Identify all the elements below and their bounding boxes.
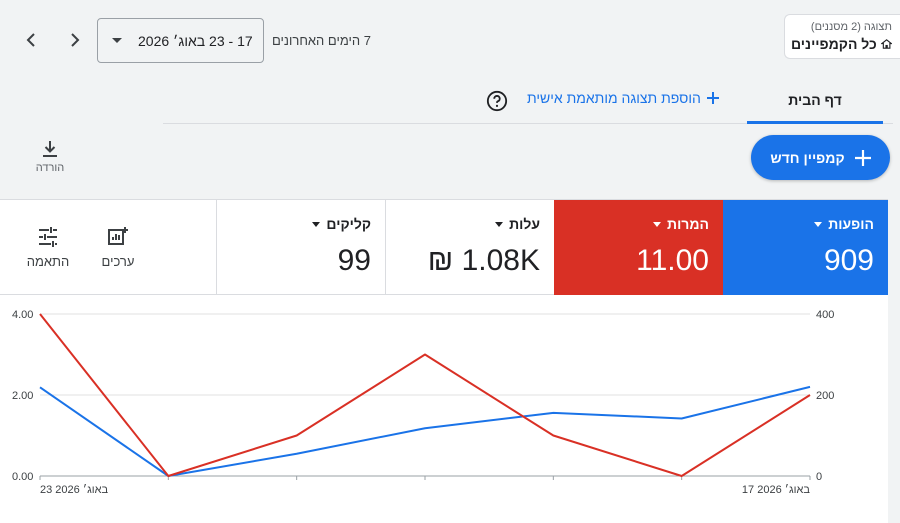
adjust-label: התאמה <box>26 254 70 269</box>
metric-card-conversions[interactable]: המרות 11.00 <box>554 200 723 295</box>
download-button[interactable]: הורדה <box>30 140 70 174</box>
metric-card-clicks[interactable]: קליקים 99 <box>216 200 385 295</box>
view-filter-count: תצוגה (2 מסננים) <box>810 21 892 33</box>
view-selector[interactable]: תצוגה (2 מסננים) כל הקמפיינים <box>784 14 900 59</box>
series-line <box>39 385 811 477</box>
date-range-label: 7 הימים האחרונים <box>272 33 371 48</box>
chevron-down-icon <box>495 221 504 227</box>
chevron-down-icon <box>112 38 122 43</box>
values-label: ערכים <box>101 254 135 269</box>
chevron-down-icon <box>653 221 662 227</box>
prev-period-button[interactable] <box>19 28 43 52</box>
plus-icon <box>706 92 719 104</box>
metric-value: 99 <box>337 244 371 277</box>
left-axis-tick: 0.00 <box>12 471 33 483</box>
adjust-button[interactable]: התאמה <box>18 226 78 269</box>
plus-icon <box>854 149 871 166</box>
metric-label: קליקים <box>326 216 371 232</box>
values-button[interactable]: ערכים <box>88 226 148 269</box>
new-campaign-label: קמפיין חדש <box>770 149 845 166</box>
next-period-button[interactable] <box>63 28 87 52</box>
x-axis-label-start: 17 באוג׳ 2026 <box>742 483 810 496</box>
tab-home[interactable]: דף הבית <box>747 84 883 124</box>
left-axis-tick: 4.00 <box>12 309 33 321</box>
metric-card-cost[interactable]: עלות 1.08K ₪ <box>385 200 554 295</box>
metric-value: 11.00 <box>636 244 709 277</box>
performance-chart: 0.00 0 2.00 200 4.00 400 17 באוג׳ 2026 23 באוג׳… <box>12 309 834 496</box>
help-icon[interactable] <box>486 90 508 112</box>
chevron-down-icon <box>814 221 823 227</box>
metric-cards: הופעות 909 המרות 11.00 עלות 1.08K ₪ קליק… <box>0 200 888 295</box>
chart-add-icon <box>108 227 128 245</box>
tab-active-indicator <box>747 121 883 124</box>
view-title: כל הקמפיינים <box>791 36 877 52</box>
metric-value: 909 <box>823 244 874 277</box>
add-custom-view-button[interactable]: הוספת תצוגה מותאמת אישית <box>527 90 719 106</box>
date-picker[interactable]: 17 - 23 באוג׳ 2026 <box>97 18 264 63</box>
right-axis-tick: 400 <box>816 309 834 321</box>
right-axis-tick: 200 <box>816 390 834 402</box>
metric-value: 1.08K ₪ <box>427 244 540 277</box>
new-campaign-button[interactable]: קמפיין חדש <box>751 135 890 180</box>
metric-card-impressions[interactable]: הופעות 909 <box>723 200 888 295</box>
add-custom-view-label: הוספת תצוגה מותאמת אישית <box>527 90 701 106</box>
download-icon <box>43 141 57 157</box>
right-axis-tick: 0 <box>816 471 822 483</box>
chevron-down-icon <box>312 221 321 227</box>
tune-icon <box>39 227 57 247</box>
download-label: הורדה <box>35 162 65 174</box>
chevron-left-icon <box>26 33 35 47</box>
overview-panel: הופעות 909 המרות 11.00 עלות 1.08K ₪ קליק… <box>0 199 888 523</box>
metric-label: עלות <box>509 216 540 232</box>
date-value: 17 - 23 באוג׳ 2026 <box>138 32 253 49</box>
metric-label: המרות <box>667 216 709 232</box>
metric-label: הופעות <box>828 216 874 232</box>
x-axis-label-end: 23 באוג׳ 2026 <box>40 483 108 496</box>
left-axis-tick: 2.00 <box>12 390 33 402</box>
home-icon <box>880 39 892 49</box>
chevron-right-icon <box>71 33 80 47</box>
